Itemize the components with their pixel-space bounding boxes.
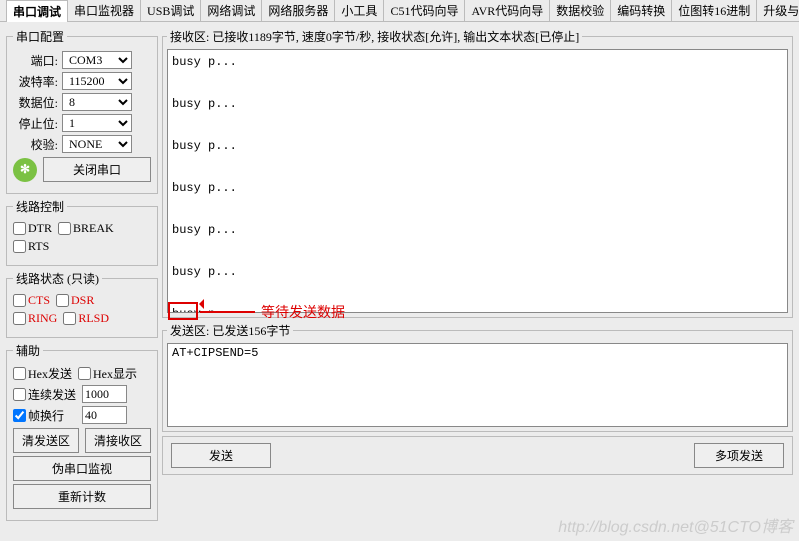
baud-label: 波特率:	[13, 73, 58, 90]
tab-10[interactable]: 位图转16进制	[671, 0, 757, 21]
watermark-text: http://blog.csdn.net@51CTO博客	[558, 513, 793, 537]
send-textarea[interactable]: AT+CIPSEND=5	[167, 343, 788, 427]
aux-title: 辅助	[13, 342, 43, 359]
tab-6[interactable]: C51代码向导	[383, 0, 465, 21]
parity-label: 校验:	[13, 136, 58, 153]
tab-bar: 串口调试串口监视器USB调试网络调试网络服务器小工具C51代码向导AVR代码向导…	[0, 0, 799, 22]
close-port-button[interactable]: 关闭串口	[43, 157, 151, 182]
cont-send-interval[interactable]	[82, 385, 127, 403]
tab-11[interactable]: 升级与配置	[756, 0, 799, 21]
rlsd-status: RLSD	[63, 311, 109, 326]
line-control-group: 线路控制 DTR BREAK RTS	[6, 198, 158, 266]
clear-send-button[interactable]: 清发送区	[13, 428, 79, 453]
clear-recv-button[interactable]: 清接收区	[85, 428, 151, 453]
line-control-title: 线路控制	[13, 198, 67, 215]
line-wrap-checkbox[interactable]: 帧换行	[13, 406, 64, 424]
data-select[interactable]: 8	[62, 93, 132, 111]
line-status-title: 线路状态 (只读)	[13, 270, 102, 287]
port-select[interactable]: COM3	[62, 51, 132, 69]
break-checkbox[interactable]: BREAK	[58, 221, 114, 236]
cont-send-checkbox[interactable]: 连续发送	[13, 385, 76, 403]
connection-status-icon: ✻	[13, 158, 37, 182]
tab-9[interactable]: 编码转换	[610, 0, 672, 21]
rts-checkbox[interactable]: RTS	[13, 239, 49, 254]
ring-status: RING	[13, 311, 57, 326]
tab-1[interactable]: 串口监视器	[67, 0, 141, 21]
send-button[interactable]: 发送	[171, 443, 271, 468]
line-wrap-value[interactable]	[82, 406, 127, 424]
send-area-group: 发送区: 已发送156字节 AT+CIPSEND=5	[162, 322, 793, 432]
tab-5[interactable]: 小工具	[334, 0, 384, 21]
tab-7[interactable]: AVR代码向导	[464, 0, 550, 21]
serial-config-title: 串口配置	[13, 28, 67, 45]
send-area-title: 发送区: 已发送156字节	[167, 322, 293, 339]
hex-send-checkbox[interactable]: Hex发送	[13, 365, 72, 382]
baud-select[interactable]: 115200	[62, 72, 132, 90]
hex-show-checkbox[interactable]: Hex显示	[78, 365, 137, 382]
recount-button[interactable]: 重新计数	[13, 484, 151, 509]
serial-config-group: 串口配置 端口:COM3 波特率:115200 数据位:8 停止位:1 校验:N…	[6, 28, 158, 194]
line-status-group: 线路状态 (只读) CTS DSR RING RLSD	[6, 270, 158, 338]
tab-0[interactable]: 串口调试	[6, 0, 68, 22]
data-label: 数据位:	[13, 94, 58, 111]
port-label: 端口:	[13, 52, 58, 69]
pseudo-monitor-button[interactable]: 伪串口监视	[13, 456, 151, 481]
cts-status: CTS	[13, 293, 50, 308]
stop-label: 停止位:	[13, 115, 58, 132]
stop-select[interactable]: 1	[62, 114, 132, 132]
dtr-checkbox[interactable]: DTR	[13, 221, 52, 236]
receive-area-group: 接收区: 已接收1189字节, 速度0字节/秒, 接收状态[允许], 输出文本状…	[162, 28, 793, 318]
multi-send-button[interactable]: 多项发送	[694, 443, 784, 468]
tab-4[interactable]: 网络服务器	[261, 0, 335, 21]
tab-2[interactable]: USB调试	[140, 0, 201, 21]
receive-area-title: 接收区: 已接收1189字节, 速度0字节/秒, 接收状态[允许], 输出文本状…	[167, 28, 582, 45]
aux-group: 辅助 Hex发送 Hex显示 连续发送 帧换行 清发送区 清接收区 伪串口监视 …	[6, 342, 158, 521]
tab-3[interactable]: 网络调试	[200, 0, 262, 21]
receive-textarea[interactable]: busy p... busy p... busy p... busy p... …	[167, 49, 788, 313]
tab-8[interactable]: 数据校验	[549, 0, 611, 21]
parity-select[interactable]: NONE	[62, 135, 132, 153]
dsr-status: DSR	[56, 293, 94, 308]
